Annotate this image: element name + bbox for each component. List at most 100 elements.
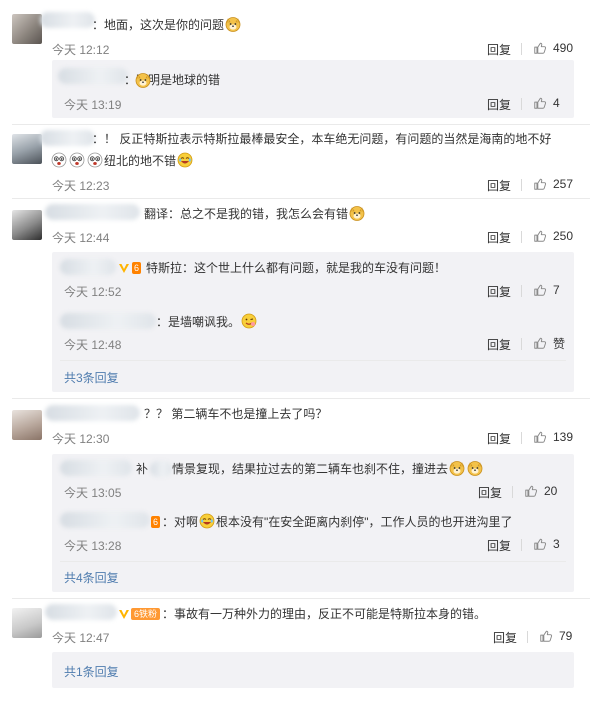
reply-button[interactable]: 回复 — [487, 229, 511, 246]
username[interactable] — [45, 405, 140, 421]
thumbs-up-icon — [533, 336, 547, 350]
like-count: 赞 — [553, 336, 566, 351]
divider — [12, 198, 590, 199]
fan-badge: 6铁粉 — [131, 608, 161, 620]
doge-emoji — [225, 16, 241, 32]
thumbs-up-icon — [533, 430, 547, 444]
thumbs-up-icon — [533, 537, 547, 551]
view-all-replies-link[interactable]: 共1条回复 — [64, 663, 119, 680]
thumbs-up-icon — [524, 484, 538, 498]
laugh-cry-emoji — [177, 152, 193, 168]
shock-emoji — [51, 152, 67, 168]
view-all-replies-link[interactable]: 共4条回复 — [64, 569, 119, 586]
like-count: 490 — [553, 41, 574, 55]
shock-emoji — [69, 152, 85, 168]
like-button[interactable]: 赞 — [533, 335, 565, 351]
like-button[interactable]: 20 — [524, 483, 557, 499]
doge-emoji — [349, 205, 365, 221]
like-button[interactable]: 490 — [533, 40, 573, 56]
laugh-cry-emoji — [199, 513, 215, 529]
separator — [527, 631, 528, 643]
thumbs-up-icon — [533, 229, 547, 243]
view-all-replies-link[interactable]: 共3条回复 — [64, 369, 119, 386]
timestamp: 今天 13:19 — [64, 98, 122, 112]
avatar[interactable] — [12, 14, 42, 44]
comment-text-line2: 纽北的地不错 — [50, 152, 194, 170]
comment-text: ：！ 反正特斯拉表示特斯拉最棒最安全，本车绝无问题，有问题的当然是海南的地不好 — [92, 132, 552, 146]
doge-emoji — [467, 460, 483, 476]
separator — [512, 486, 513, 498]
reply-button[interactable]: 回复 — [478, 484, 502, 501]
reply-button[interactable]: 回复 — [487, 336, 511, 353]
like-button[interactable]: 4 — [533, 95, 560, 111]
timestamp: 今天 12:47 — [52, 631, 110, 645]
divider — [12, 124, 590, 125]
like-button[interactable]: 3 — [533, 536, 560, 552]
comment-text: 特斯拉：这个世上什么都有问题，就是我的车没有问题！ — [146, 261, 447, 275]
timestamp: 今天 12:23 — [52, 179, 110, 193]
separator — [521, 43, 522, 55]
username[interactable] — [60, 512, 150, 528]
username[interactable] — [60, 259, 116, 275]
username[interactable] — [58, 68, 128, 84]
thumbs-up-icon — [533, 96, 547, 110]
avatar[interactable] — [12, 210, 42, 240]
like-count: 79 — [559, 629, 573, 643]
username-mention[interactable] — [150, 461, 172, 477]
separator — [521, 231, 522, 243]
reply-button[interactable]: 回复 — [487, 537, 511, 554]
timestamp: 今天 12:52 — [64, 285, 122, 299]
timestamp: 今天 13:28 — [64, 539, 122, 553]
separator — [521, 285, 522, 297]
comment-text: 情景复现，结果拉过去的第二辆车也刹不住，撞进去 — [172, 460, 484, 478]
avatar[interactable] — [12, 410, 42, 440]
avatar[interactable] — [12, 134, 42, 164]
username[interactable] — [40, 130, 95, 146]
divider — [12, 398, 590, 399]
thumbs-up-icon — [533, 177, 547, 191]
reply-button[interactable]: 回复 — [487, 283, 511, 300]
username[interactable] — [40, 12, 95, 28]
avatar[interactable] — [12, 608, 42, 638]
verified-v-icon — [118, 608, 130, 620]
comment-text: ？？ 第二辆车不也是撞上去了吗？ — [144, 407, 328, 421]
username[interactable] — [45, 604, 117, 620]
like-button[interactable]: 139 — [533, 429, 573, 445]
timestamp: 今天 12:12 — [52, 43, 110, 57]
username[interactable] — [60, 460, 132, 476]
like-button[interactable]: 250 — [533, 228, 573, 244]
like-count: 257 — [553, 177, 574, 191]
like-button[interactable]: 7 — [533, 282, 560, 298]
shock-emoji — [87, 152, 103, 168]
reply-button[interactable]: 回复 — [487, 430, 511, 447]
divider — [60, 561, 566, 562]
comment-text: ：事故有一万种外力的理由，反正不可能是特斯拉本身的错。 — [162, 607, 487, 621]
reply-button[interactable]: 回复 — [487, 177, 511, 194]
timestamp: 今天 12:30 — [52, 432, 110, 446]
reply-button[interactable]: 回复 — [487, 96, 511, 113]
thumbs-up-icon — [539, 629, 553, 643]
thumbs-up-icon — [533, 41, 547, 55]
like-button[interactable]: 257 — [533, 176, 573, 192]
separator — [521, 179, 522, 191]
reply-button[interactable]: 回复 — [487, 41, 511, 58]
reply-button[interactable]: 回复 — [493, 629, 517, 646]
separator — [521, 98, 522, 110]
like-button[interactable]: 79 — [539, 628, 572, 644]
reply-thread — [52, 652, 574, 688]
username[interactable] — [60, 313, 156, 329]
separator — [521, 338, 522, 350]
separator — [521, 432, 522, 444]
wink-emoji — [241, 313, 257, 329]
divider — [12, 598, 590, 599]
separator — [521, 539, 522, 551]
username[interactable] — [45, 204, 140, 220]
level-badge: 6 — [132, 262, 142, 274]
thumbs-up-icon — [533, 283, 547, 297]
doge-emoji — [449, 460, 465, 476]
like-count: 3 — [553, 537, 560, 551]
like-count: 4 — [553, 96, 560, 110]
like-count: 250 — [553, 229, 574, 243]
timestamp: 今天 12:48 — [64, 338, 122, 352]
timestamp: 今天 13:05 — [64, 486, 122, 500]
